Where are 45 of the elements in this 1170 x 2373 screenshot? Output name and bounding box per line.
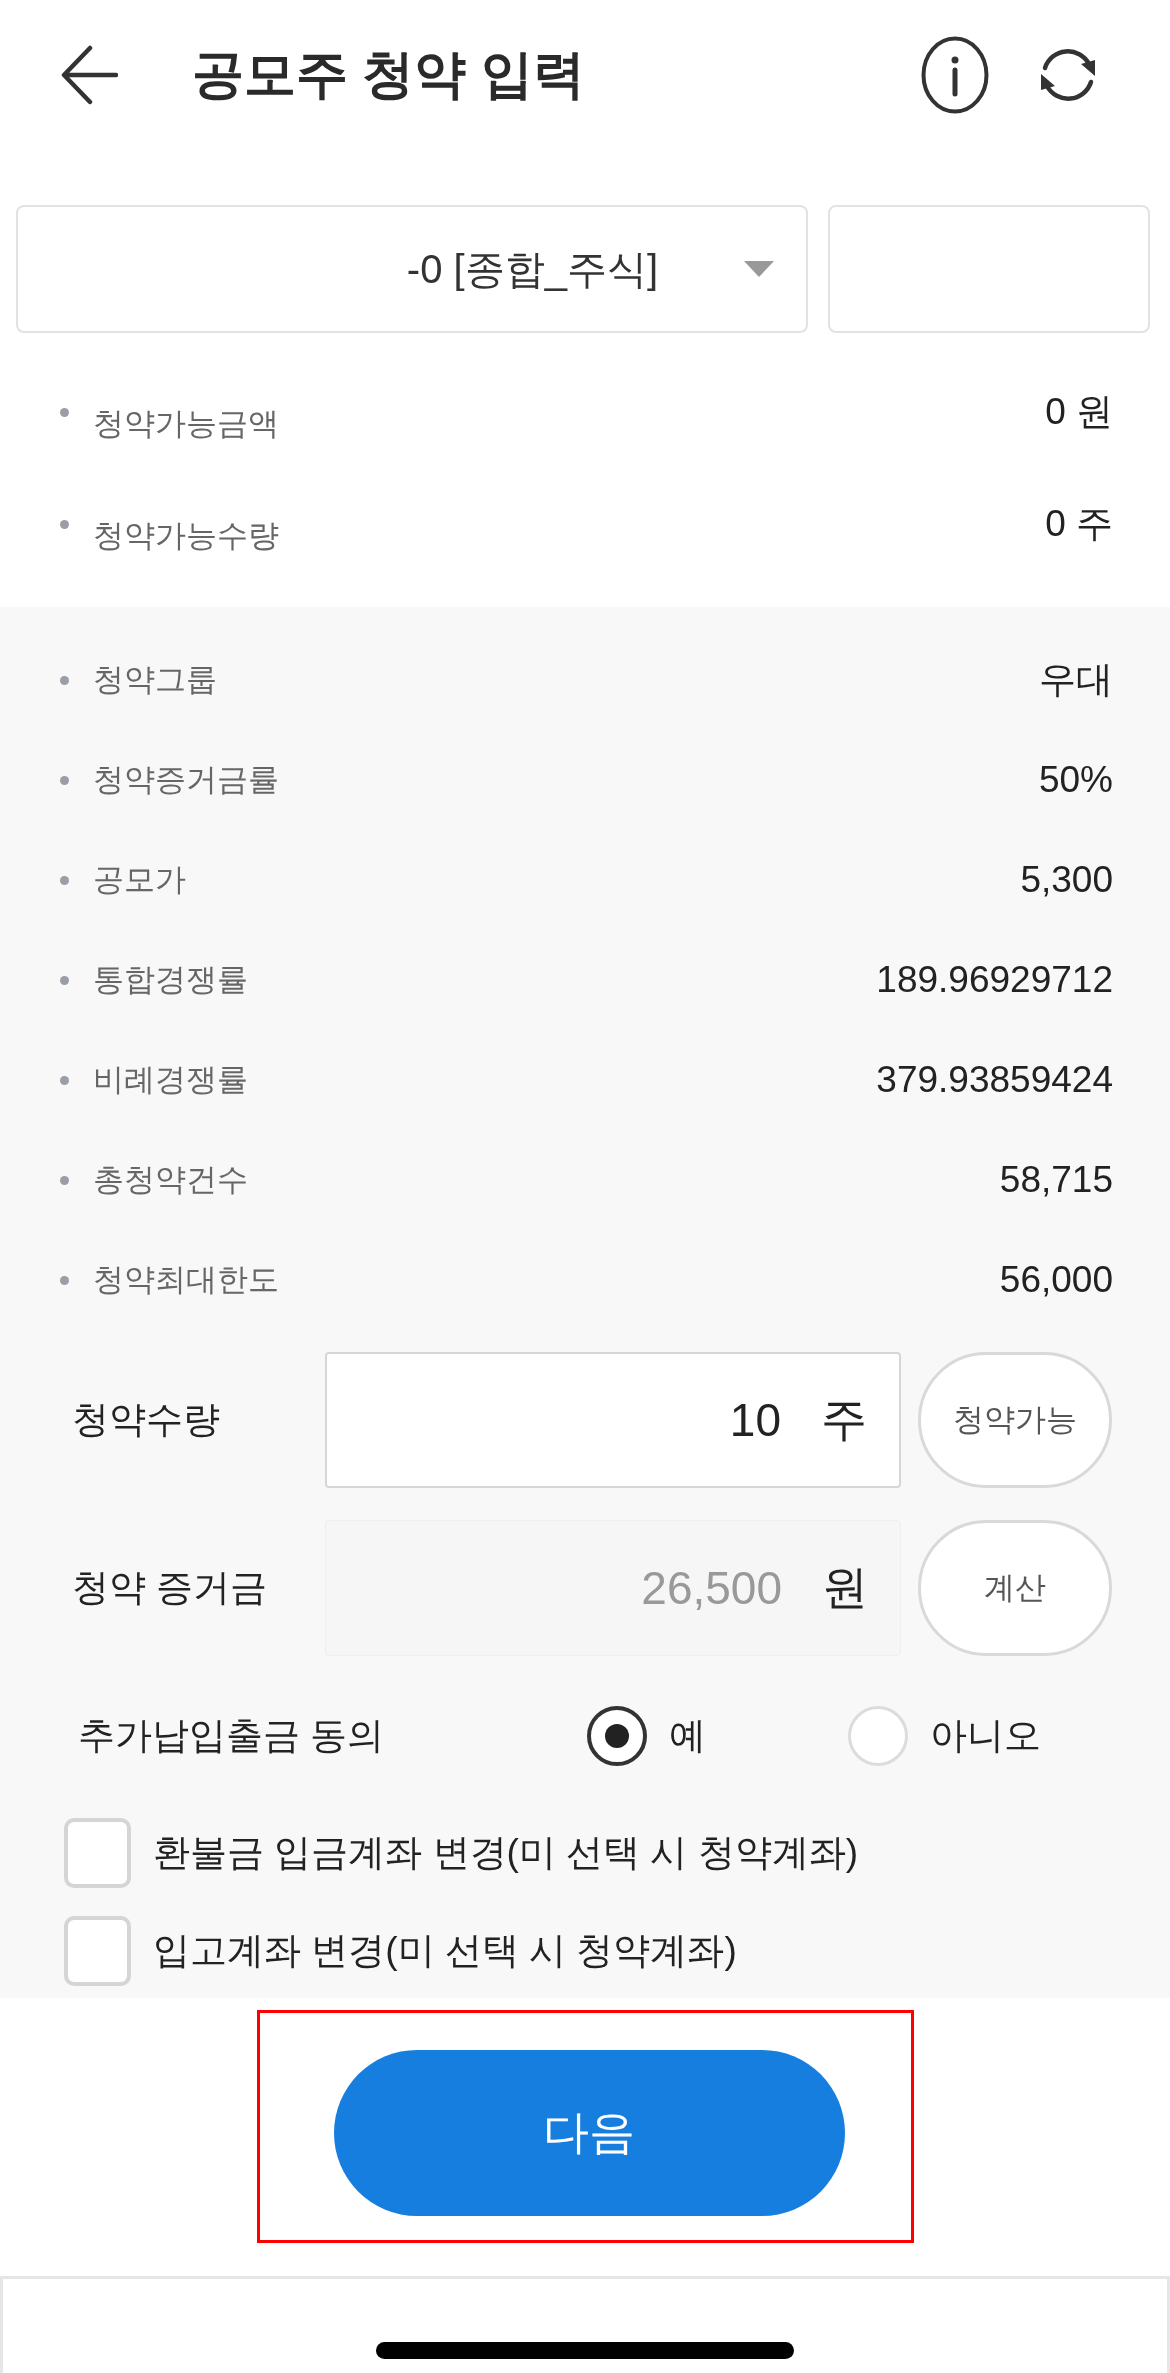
- input-field[interactable]: [828, 205, 1150, 333]
- info-value: 우대: [1039, 658, 1113, 702]
- bullet-icon: [60, 875, 69, 885]
- field-label: 청약 증거금: [72, 1566, 269, 1610]
- info-value: 58,715: [999, 1159, 1113, 1201]
- info-value: 56,000: [999, 1259, 1113, 1301]
- input-field[interactable]: 10 주: [325, 1352, 901, 1488]
- checkbox[interactable]: [64, 1916, 131, 1986]
- info-value: 50%: [1038, 759, 1113, 801]
- checkbox[interactable]: [64, 1818, 131, 1888]
- account-dropdown[interactable]: -0 [종합_주식]: [16, 205, 808, 333]
- next-button[interactable]: 다음: [333, 2050, 845, 2216]
- info-label: 청약최대한도: [93, 1261, 279, 1299]
- info-label: 청약가능금액: [93, 405, 279, 443]
- info-label: 청약증거금률: [93, 761, 279, 799]
- info-label: 통합경쟁률: [93, 961, 248, 999]
- radio-label[interactable]: 예: [669, 1711, 706, 1761]
- page-title: 공모주 청약 입력: [192, 44, 585, 105]
- consent-label: 추가납입출금 동의: [78, 1714, 386, 1758]
- info-value: 5,300: [1020, 859, 1113, 901]
- info-value: 0 주: [1045, 502, 1113, 546]
- checkbox-label[interactable]: 환불금 입금계좌 변경(미 선택 시 청약계좌): [153, 1828, 859, 1878]
- bullet-icon: [60, 1275, 69, 1285]
- info-value: 189.96929712: [876, 959, 1113, 1001]
- bullet-icon: [60, 775, 69, 785]
- bullet-icon: [60, 975, 69, 985]
- info-label: 총청약건수: [93, 1161, 248, 1199]
- info-label: 청약그룹: [93, 661, 217, 699]
- action-button[interactable]: 청약가능: [918, 1352, 1112, 1488]
- bullet-icon: [60, 1175, 69, 1185]
- info-icon[interactable]: [921, 36, 989, 114]
- radio-button[interactable]: [587, 1706, 647, 1766]
- field-label: 청약수량: [72, 1398, 221, 1442]
- info-label: 공모가: [93, 861, 186, 899]
- bullet-icon: [60, 675, 69, 685]
- bullet-icon: [60, 519, 69, 529]
- bullet-icon: [60, 407, 69, 417]
- radio-label[interactable]: 아니오: [930, 1711, 1041, 1761]
- info-label: 청약가능수량: [93, 517, 279, 555]
- checkbox-label[interactable]: 입고계좌 변경(미 선택 시 청약계좌): [153, 1926, 737, 1976]
- info-value: 0 원: [1045, 390, 1113, 434]
- info-label: 비례경쟁률: [93, 1061, 248, 1099]
- info-value: 379.93859424: [876, 1059, 1113, 1101]
- caret-down-icon: [744, 261, 774, 277]
- bullet-icon: [60, 1075, 69, 1085]
